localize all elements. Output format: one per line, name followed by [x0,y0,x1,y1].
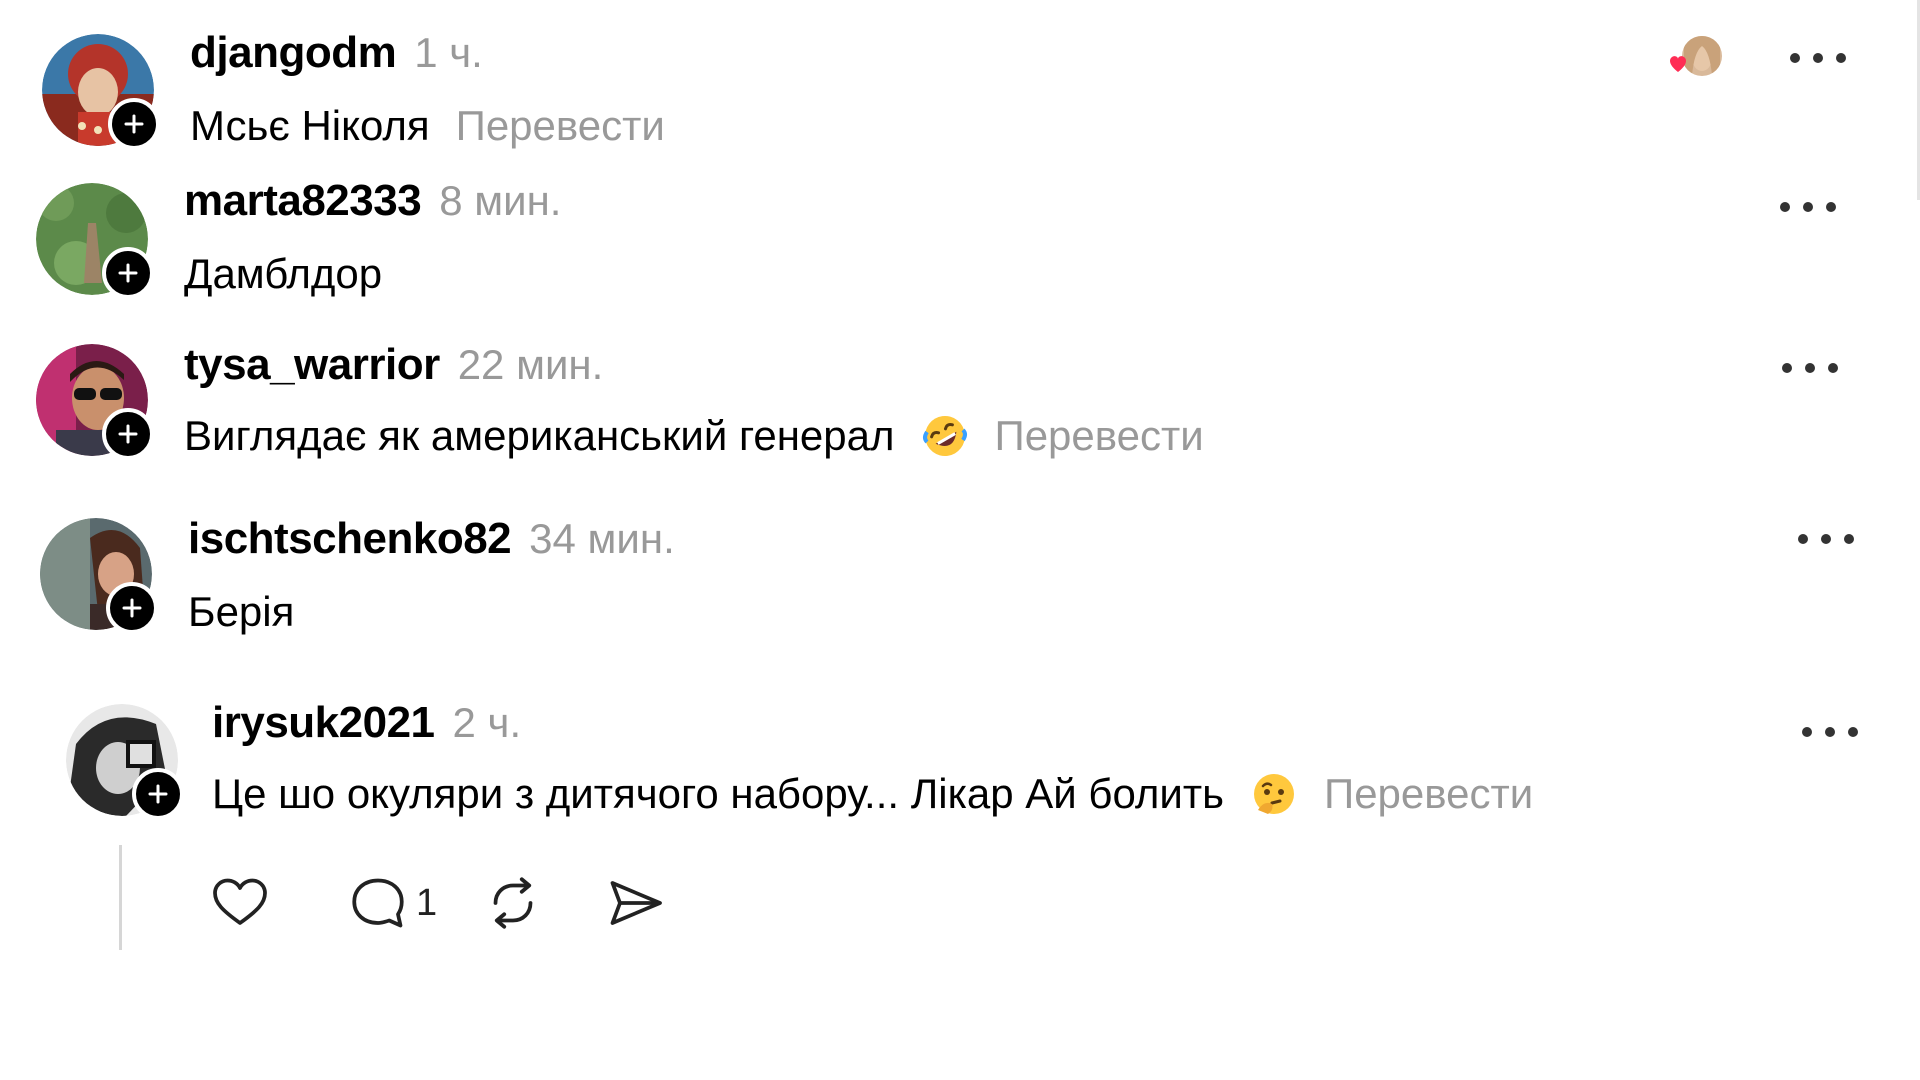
plus-icon [118,424,138,444]
more-options-button[interactable] [1790,48,1846,68]
comment-item: irysuk2021 2 ч. Це шо окуляри з дитячого… [0,660,1880,850]
comment-item: ischtschenko82 34 мин. Берія [0,480,1880,660]
comment-username[interactable]: ischtschenko82 [188,514,512,564]
liked-by-author-badge [1666,30,1722,86]
heart-icon [1670,56,1686,72]
follow-button[interactable] [106,582,158,634]
comment-time[interactable]: 1 ч. [414,29,483,77]
comment-text: Берія [188,588,295,635]
rolling-on-floor-laughing-emoji [922,416,967,456]
plus-icon [124,114,144,134]
like-button[interactable] [210,873,270,933]
heart-icon [213,878,267,925]
more-options-button[interactable] [1798,529,1854,549]
repost-icon [493,877,533,929]
comment-item: tysa_warrior 22 мин. Виглядає як америка… [0,310,1880,480]
follow-button[interactable] [102,247,154,299]
action-bar: 1 [210,868,665,938]
thinking-face-emoji [1254,774,1294,814]
plus-icon [122,598,142,618]
comment-username[interactable]: tysa_warrior [184,340,440,390]
comment-text: Дамблдор [184,250,383,297]
comment-time[interactable]: 34 мин. [529,515,675,563]
translate-link[interactable]: Перевести [995,412,1204,460]
comment-bubble-icon [352,878,404,928]
comment-text: Виглядає як американський генерал [184,412,895,459]
translate-link[interactable]: Перевести [456,102,665,150]
comment-item: marta82333 8 мин. Дамблдор [0,150,1880,310]
comment-item: djangodm 1 ч. Мсьє Ніколя Перевести [0,0,1880,150]
comment-text: Це шо окуляри з дитячого набору... Лікар… [212,770,1224,817]
follow-button[interactable] [108,98,160,150]
send-icon [610,881,663,925]
more-options-button[interactable] [1802,722,1858,742]
avatar[interactable] [40,518,158,634]
comment-username[interactable]: irysuk2021 [212,698,435,748]
comment-text: Мсьє Ніколя [190,102,430,149]
follow-button[interactable] [132,768,184,820]
comment-time[interactable]: 8 мин. [439,177,561,225]
comment-time[interactable]: 2 ч. [453,699,522,747]
translate-link[interactable]: Перевести [1324,770,1533,818]
follow-button[interactable] [102,408,154,460]
reply-count: 1 [416,881,438,924]
avatar[interactable] [36,183,154,299]
plus-icon [118,263,138,283]
thread-line [119,845,122,950]
avatar[interactable] [42,34,160,150]
comment-username[interactable]: marta82333 [184,176,422,226]
comment-time[interactable]: 22 мин. [458,341,604,389]
more-options-button[interactable] [1780,197,1836,217]
comment-username[interactable]: djangodm [190,28,397,78]
avatar[interactable] [36,344,154,460]
share-button[interactable] [605,873,665,933]
repost-button[interactable] [483,873,543,933]
more-options-button[interactable] [1782,358,1838,378]
avatar[interactable] [66,704,184,820]
reply-button[interactable]: 1 [348,873,437,933]
plus-icon [148,784,168,804]
